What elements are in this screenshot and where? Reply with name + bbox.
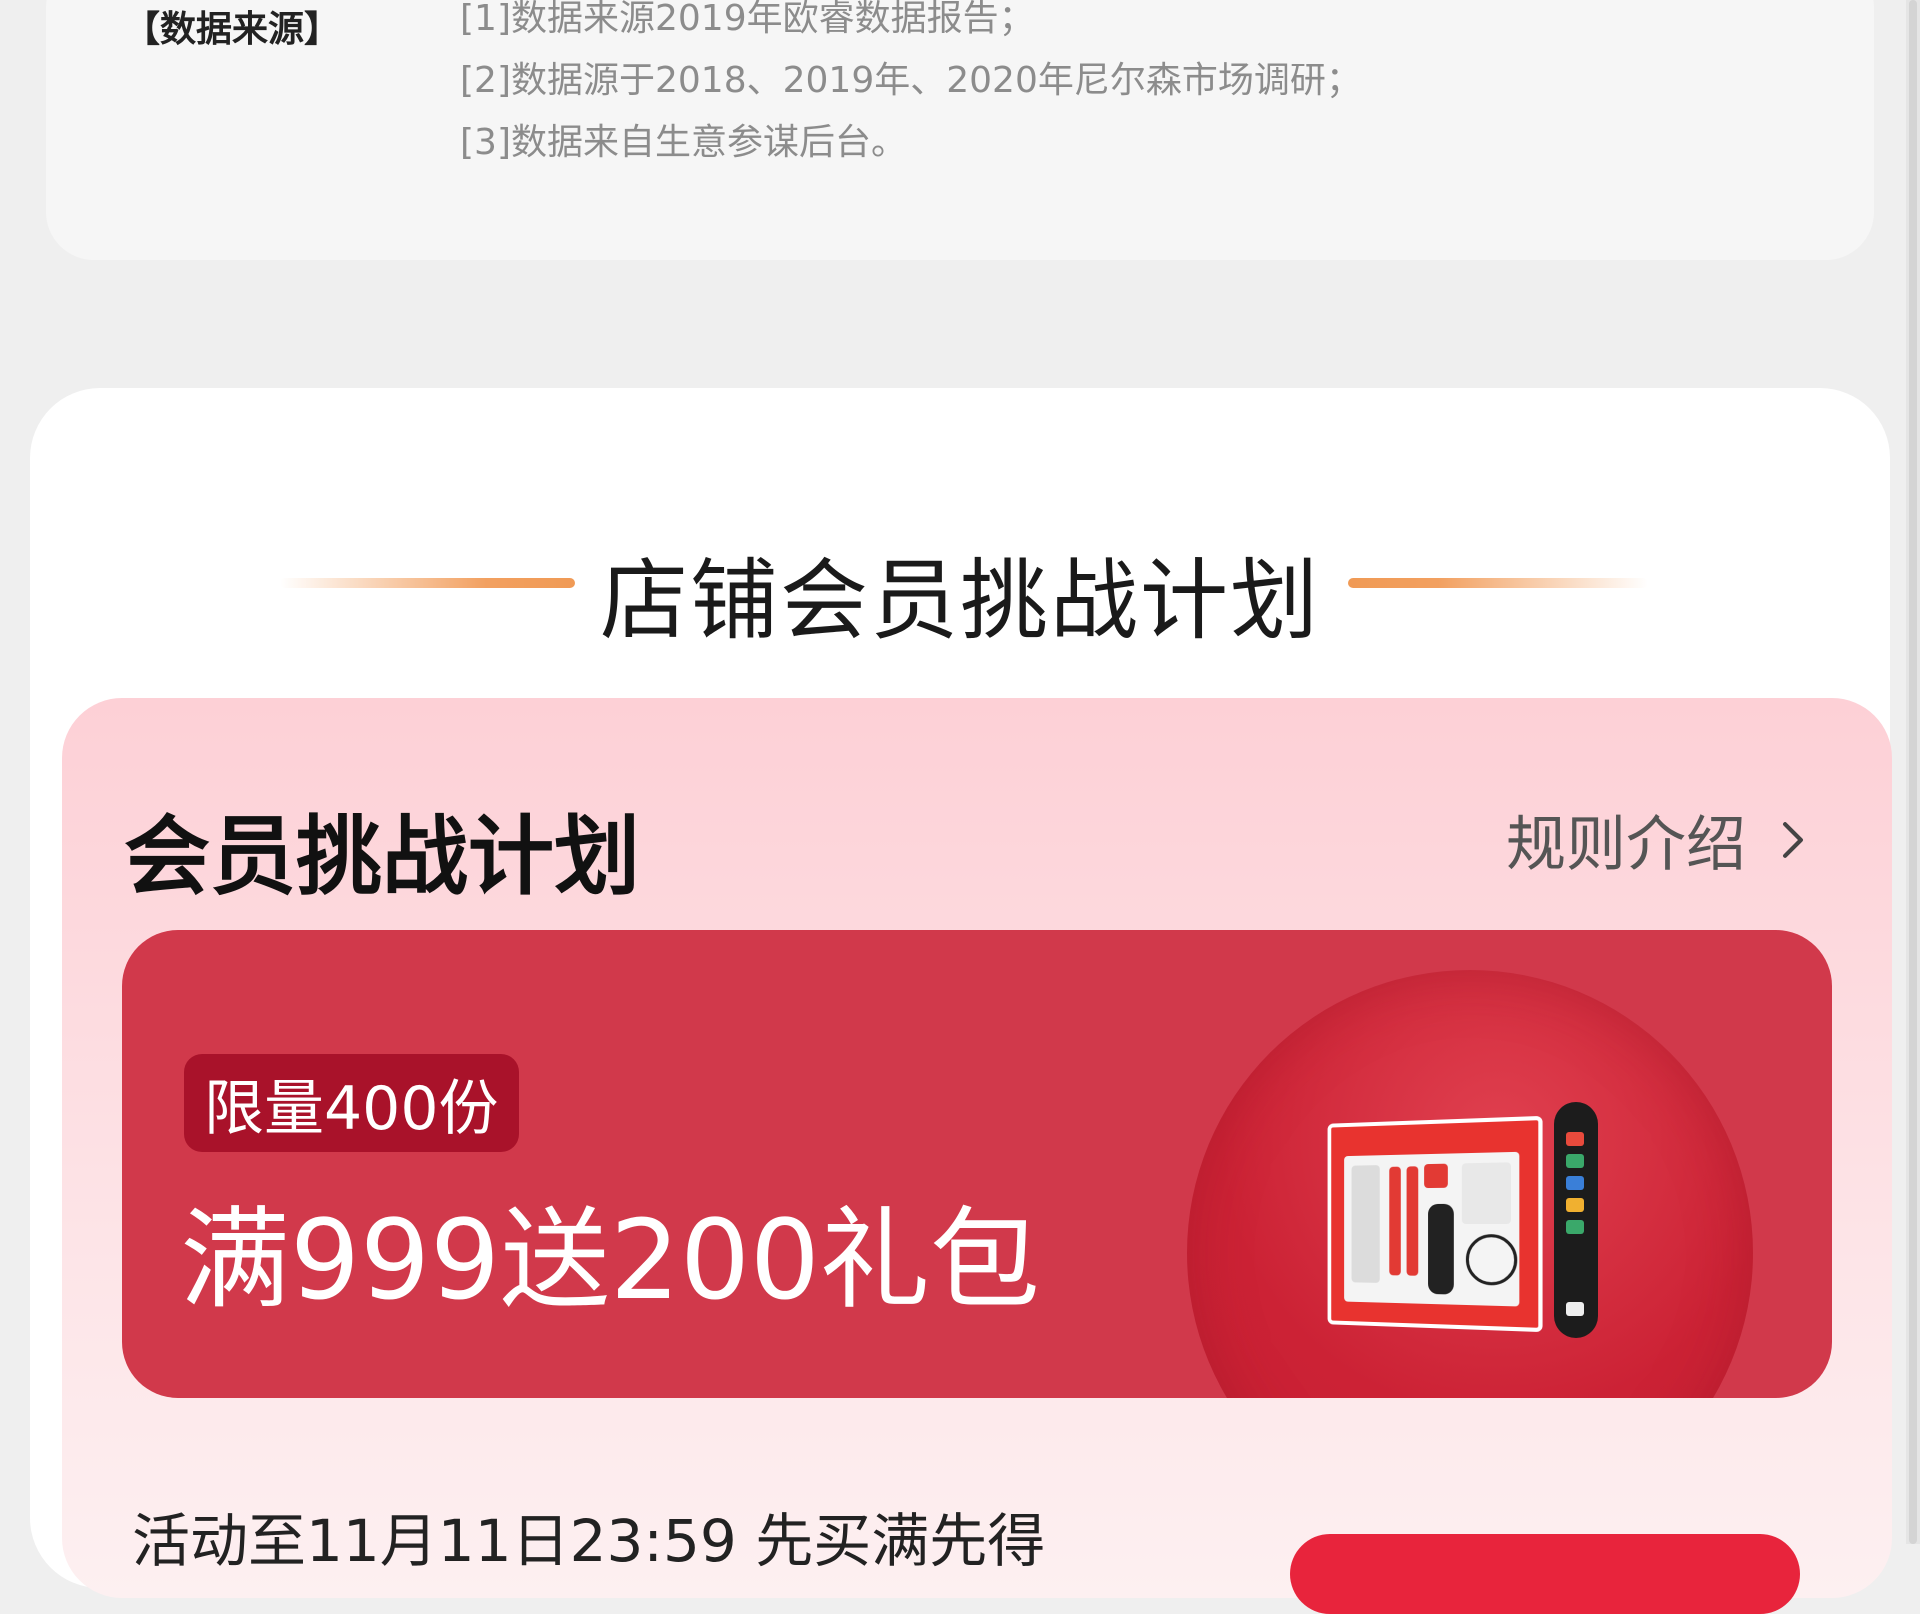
gift-item-decor [1465,1234,1518,1286]
join-challenge-button[interactable] [1290,1534,1800,1614]
data-source-list: [1]数据来源2019年欧睿数据报告； [2]数据源于2018、2019年、20… [460,0,1362,174]
page-scrollbar[interactable] [1906,0,1920,1544]
offer-text: 满999送200礼包 [180,1196,1040,1324]
gift-item-decor [1351,1165,1380,1283]
gift-item-decor [1424,1163,1448,1189]
data-source-label: 【数据来源】 [124,9,341,50]
data-source-line: [1]数据来源2019年欧睿数据报告； [460,0,1035,39]
limit-badge: 限量400份 [184,1054,519,1152]
gift-item-decor [1389,1166,1401,1276]
reading-pen-image [1554,1102,1598,1338]
pen-key-decor [1566,1302,1584,1316]
data-source-card: 【数据来源】 [1]数据来源2019年欧睿数据报告； [2]数据源于2018、2… [46,0,1874,260]
rules-link[interactable]: 规则介绍 [1506,796,1812,883]
scrollbar-thumb[interactable] [1909,0,1917,1544]
chevron-right-icon [1783,821,1803,858]
title-decor-line-right [1348,578,1648,588]
data-source-line: [2]数据源于2018、2019年、2020年尼尔森市场调研； [460,60,1362,101]
section-title: 店铺会员挑战计划 [599,549,1320,652]
pen-key-decor [1566,1220,1584,1234]
pen-key-decor [1566,1132,1584,1146]
gift-box-image [1327,1115,1543,1333]
data-source-line: [3]数据来自生意参谋后台。 [460,122,907,163]
gift-item-decor [1428,1203,1454,1295]
rules-link-label: 规则介绍 [1506,810,1746,880]
gift-item-decor [1406,1166,1419,1276]
pen-key-decor [1566,1154,1584,1168]
pen-key-decor [1566,1176,1584,1190]
pen-key-decor [1566,1198,1584,1212]
gift-item-decor [1461,1162,1511,1224]
challenge-title: 会员挑战计划 [124,807,640,907]
gift-box-inner [1344,1151,1520,1307]
gift-offer-banner[interactable]: 限量400份 满999送200礼包 [122,930,1832,1398]
activity-deadline-text: 活动至11月11日23:59 先买满先得 [132,1507,1046,1575]
